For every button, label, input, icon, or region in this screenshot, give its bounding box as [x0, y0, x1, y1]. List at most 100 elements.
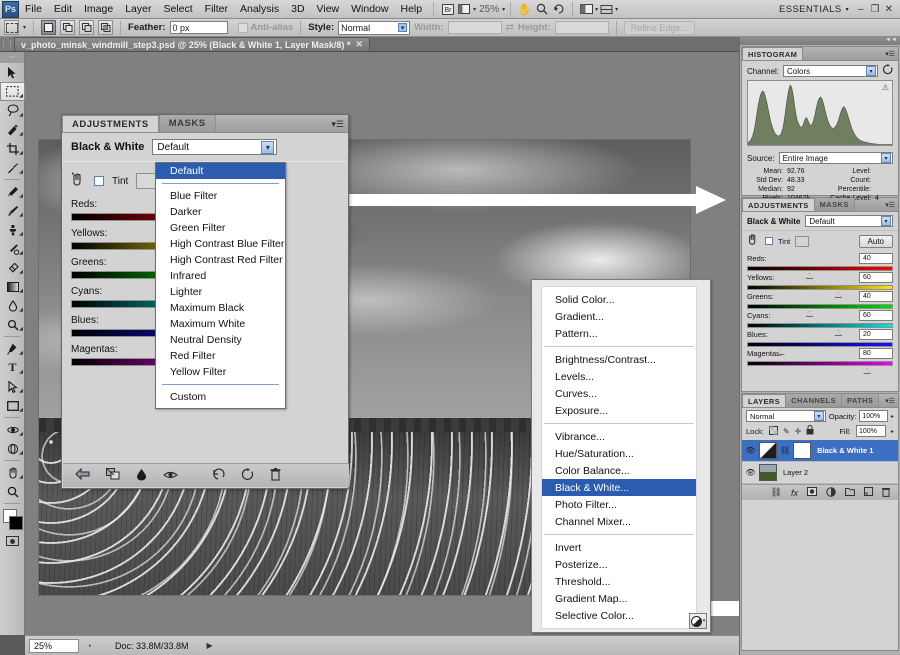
feather-input[interactable]: 0 px [169, 21, 228, 34]
gradient-tool[interactable]: ◢ [0, 277, 25, 296]
layer-row-black-and-white-1[interactable]: 👁 ⛓ Black & White 1 [742, 440, 898, 462]
menu-item-gradient[interactable]: Gradient... [542, 308, 696, 325]
tab-histogram[interactable]: HISTOGRAM [742, 47, 804, 60]
document-tab[interactable]: v_photo_minsk_windmill_step3.psd @ 25% (… [14, 37, 370, 51]
opacity-stepper-icon[interactable]: ▸ [891, 413, 894, 420]
source-select[interactable]: Entire Image ▾ [778, 152, 893, 164]
menu-item-black-and-white[interactable]: Black & White... [542, 479, 696, 496]
tint-color-swatch[interactable] [795, 235, 810, 247]
lock-all-icon[interactable] [806, 424, 814, 437]
quick-mask-mode-button[interactable] [0, 533, 25, 549]
tint-checkbox[interactable] [94, 176, 104, 186]
tint-checkbox[interactable] [765, 237, 773, 245]
channel-value[interactable]: 20 [859, 329, 893, 340]
new-adjustment-layer-menu[interactable]: Solid Color... Gradient... Pattern... Br… [531, 279, 711, 633]
pen-tool[interactable]: ◢ [0, 339, 25, 358]
preset-select[interactable]: Default ▾ [805, 215, 893, 227]
menu-item-curves[interactable]: Curves... [542, 385, 696, 402]
zoom-tool-icon[interactable] [533, 2, 550, 17]
eraser-tool[interactable]: ◢ [0, 258, 25, 277]
fill-input[interactable]: 100% [855, 425, 886, 437]
dropdown-item-default[interactable]: Default [156, 163, 285, 179]
menu-file[interactable]: File [19, 1, 48, 17]
color-swatches[interactable] [0, 507, 25, 533]
new-group-icon[interactable] [845, 487, 855, 498]
magentas-slider[interactable] [747, 361, 893, 374]
layer-row-layer-2[interactable]: 👁 Layer 2 [742, 462, 898, 484]
preset-select[interactable]: Default ▾ [152, 139, 278, 155]
blend-mode-select[interactable]: Normal ▾ [746, 410, 826, 422]
clip-to-layer-icon[interactable] [747, 233, 760, 249]
maximize-button[interactable]: ❐ [868, 2, 882, 16]
menu-item-vibrance[interactable]: Vibrance... [542, 428, 696, 445]
clone-stamp-tool[interactable]: ◢ [0, 220, 25, 239]
delete-adjustment-icon[interactable] [270, 467, 281, 484]
adjustment-layer-thumbnail[interactable] [759, 442, 777, 459]
path-selection-tool[interactable]: ◢ [0, 377, 25, 396]
blues-slider[interactable] [747, 342, 893, 355]
eyedropper-tool[interactable]: ◢ [0, 158, 25, 177]
opacity-input[interactable]: 100% [859, 410, 888, 422]
rectangular-marquee-tool[interactable]: ◢ [0, 82, 25, 101]
move-tool[interactable] [0, 63, 25, 82]
reset-previous-icon[interactable] [212, 468, 225, 483]
dock-collapse-icon[interactable]: ◄◄ [740, 37, 900, 45]
auto-button[interactable]: Auto [858, 234, 893, 248]
tab-paths[interactable]: PATHS [842, 394, 880, 407]
intersect-selection-button[interactable] [98, 20, 114, 35]
channel-value[interactable]: 60 [859, 272, 893, 283]
menu-item-posterize[interactable]: Posterize... [542, 556, 696, 573]
view-extras-icon[interactable] [456, 2, 473, 17]
width-input[interactable] [447, 21, 502, 34]
dropdown-item-high-contrast-blue-filter[interactable]: High Contrast Blue Filter [156, 236, 285, 252]
new-adjustment-layer-icon[interactable]: ▾ [689, 613, 707, 629]
toolbar-grip[interactable]: ⋯ [0, 52, 24, 63]
channel-value[interactable]: 40 [859, 291, 893, 302]
menu-item-levels[interactable]: Levels... [542, 368, 696, 385]
menu-item-exposure[interactable]: Exposure... [542, 402, 696, 419]
channel-value[interactable]: 80 [859, 348, 893, 359]
zoom-level-display[interactable]: 25% [476, 4, 502, 15]
menu-item-gradient-map[interactable]: Gradient Map... [542, 590, 696, 607]
3d-rotate-tool[interactable]: ◢ [0, 420, 25, 439]
preset-dropdown-list[interactable]: Default Blue Filter Darker Green Filter … [155, 162, 286, 409]
fill-stepper-icon[interactable]: ▸ [891, 428, 894, 435]
reset-adjustment-icon[interactable] [241, 468, 254, 483]
refine-edge-button[interactable]: Refine Edge... [623, 20, 695, 35]
tab-adjustments[interactable]: ADJUSTMENTS [62, 115, 159, 132]
dropdown-item-blue-filter[interactable]: Blue Filter [156, 188, 285, 204]
close-icon[interactable]: ✕ [355, 39, 363, 50]
add-layer-mask-icon[interactable] [807, 487, 817, 498]
new-selection-button[interactable] [41, 20, 57, 35]
bridge-icon[interactable]: Br [439, 2, 456, 17]
status-expand-icon[interactable]: ▶ [207, 641, 213, 650]
layer-mask-thumbnail[interactable] [793, 442, 812, 459]
3d-orbit-tool[interactable]: ◢ [0, 439, 25, 458]
tool-preset-caret-icon[interactable]: ▾ [23, 24, 26, 31]
channel-value[interactable]: 60 [859, 310, 893, 321]
dropdown-item-lighter[interactable]: Lighter [156, 284, 285, 300]
return-to-adjustment-list-icon[interactable] [75, 467, 90, 483]
lock-transparent-pixels-icon[interactable] [768, 425, 778, 437]
rectangular-marquee-icon[interactable] [4, 20, 19, 35]
layer-style-icon[interactable]: fx [791, 488, 798, 498]
clip-layer-icon[interactable] [106, 468, 120, 483]
menu-item-selective-color[interactable]: Selective Color... [542, 607, 696, 624]
menu-item-hue-saturation[interactable]: Hue/Saturation... [542, 445, 696, 462]
dropdown-item-yellow-filter[interactable]: Yellow Filter [156, 364, 285, 380]
lock-position-icon[interactable]: ✛ [795, 427, 802, 436]
menu-item-photo-filter[interactable]: Photo Filter... [542, 496, 696, 513]
brush-tool[interactable]: ◢ [0, 201, 25, 220]
menu-item-brightness-contrast[interactable]: Brightness/Contrast... [542, 351, 696, 368]
channel-value[interactable]: 40 [859, 253, 893, 264]
yellows-slider[interactable] [747, 285, 893, 298]
cached-data-warning-icon[interactable]: ⚠ [882, 83, 889, 92]
dropdown-item-maximum-black[interactable]: Maximum Black [156, 300, 285, 316]
lasso-tool[interactable]: ◢ [0, 101, 25, 120]
dropdown-item-neutral-density[interactable]: Neutral Density [156, 332, 285, 348]
dropdown-item-red-filter[interactable]: Red Filter [156, 348, 285, 364]
lock-image-pixels-icon[interactable]: ✎ [783, 427, 790, 436]
toggle-layer-visibility-icon[interactable] [163, 469, 178, 483]
tab-masks[interactable]: MASKS [158, 115, 216, 132]
tab-layers[interactable]: LAYERS [742, 394, 787, 407]
